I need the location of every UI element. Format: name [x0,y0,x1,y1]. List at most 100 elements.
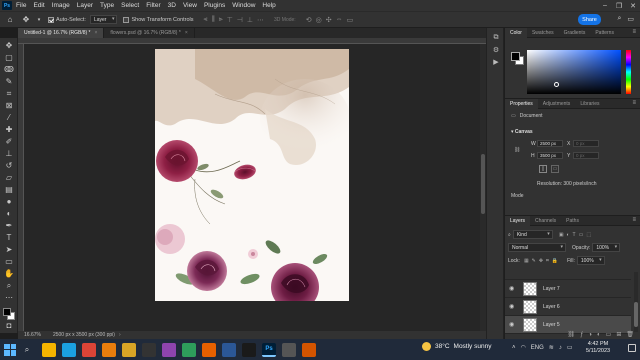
eye-icon[interactable]: ◉ [509,303,519,310]
camera-3d-icon[interactable]: ▭ [347,16,354,24]
clone-stamp-icon[interactable]: ⊥ [3,149,15,158]
tab-layers[interactable]: Layers [505,215,531,226]
adjustment-layer-icon[interactable]: ◐ [597,332,601,338]
color-picker-field[interactable] [527,50,621,94]
align-bottom-icon[interactable]: ⊥ [247,16,253,24]
width-field[interactable]: 2500 px [537,140,563,147]
menu-file[interactable]: File [16,2,26,9]
checkbox-box[interactable] [123,16,130,23]
app-dark-taskbar-icon[interactable] [242,342,256,357]
panel-menu-icon[interactable]: ≡ [632,217,636,223]
artboard-tool-icon[interactable]: ▢ [3,53,15,62]
new-layer-icon[interactable]: ⊞ [616,331,621,338]
align-right-icon[interactable]: ⫸ [219,16,223,24]
brush-settings-icon[interactable]: ⚙ [491,46,501,54]
menu-layer[interactable]: Layer [77,2,93,9]
brush-tool-icon[interactable]: ✐ [3,137,15,146]
document-canvas[interactable] [155,49,349,301]
tab-properties[interactable]: Properties [505,98,538,109]
align-top-icon[interactable]: ⊤ [227,16,233,24]
layers-scrollbar[interactable] [634,272,638,332]
lasso-tool-icon[interactable]: ↂ [3,65,15,74]
height-field[interactable]: 3500 px [537,152,563,159]
more-tools-icon[interactable]: ⋯ [3,293,15,302]
tab-flowers[interactable]: flowers.psd @ 16.7% (RGB/8) * × [104,28,195,38]
menu-plugins[interactable]: Plugins [204,2,225,9]
edge-taskbar-icon[interactable] [62,342,76,357]
fill-field[interactable]: 100% [576,256,605,265]
move-tool-icon[interactable]: ✥ [3,41,15,50]
crop-tool-icon[interactable]: ⌗ [3,89,15,98]
eye-icon[interactable]: ◉ [509,321,519,328]
photoshop-taskbar-icon[interactable]: Ps [262,342,276,357]
scrollbar-thumb[interactable] [634,302,638,327]
checkbox-box[interactable] [48,16,54,23]
panel-menu-icon[interactable]: ≡ [632,100,636,106]
lock-icons[interactable]: ▦✎✥⌗🔒 [524,258,561,264]
app-gray-taskbar-icon[interactable] [282,342,296,357]
file-explorer-taskbar-icon[interactable] [42,342,56,357]
menu-help[interactable]: Help [262,2,275,9]
portrait-icon[interactable]: ▯ [539,165,547,173]
opacity-field[interactable]: 100% [592,243,621,252]
landscape-icon[interactable]: ▭ [551,165,559,173]
menu-filter[interactable]: Filter [146,2,160,9]
vertical-ruler[interactable] [18,44,24,331]
search-icon[interactable]: ⌕ [617,15,621,23]
notification-icon[interactable] [628,344,636,352]
battery-icon[interactable]: ▭ [567,344,573,351]
menu-window[interactable]: Window [232,2,255,9]
firefox-taskbar-icon[interactable] [202,342,216,357]
layer-row-partial[interactable] [505,272,631,280]
start-button[interactable] [4,343,16,356]
app-orange-taskbar-icon[interactable] [302,342,316,357]
terminal-taskbar-icon[interactable] [142,342,156,357]
slide-3d-icon[interactable]: ⇔ [336,16,343,24]
layer-filter-icons[interactable]: ▣◐T▭⬚ [559,232,594,238]
chrome-taskbar-icon[interactable] [82,342,96,357]
tab-adjustments[interactable]: Adjustments [538,99,576,109]
close-button[interactable]: ✕ [626,0,640,11]
transform-controls-checkbox[interactable]: Show Transform Controls [123,16,194,23]
menu-type[interactable]: Type [100,2,114,9]
layer-row[interactable]: ◉ Layer 6 [505,298,631,316]
close-icon[interactable]: × [185,30,188,36]
actions-icon[interactable]: ▶ [491,58,501,66]
zoom-tool-icon[interactable]: ⌕ [3,281,15,290]
panel-menu-icon[interactable]: ≡ [632,29,636,35]
auto-select-dropdown[interactable]: Layer [89,15,118,24]
layer-name[interactable]: Layer 7 [543,286,560,292]
menu-3d[interactable]: 3D [168,2,176,9]
foreground-color-swatch[interactable] [3,308,11,316]
trash-icon[interactable]: 🗑 [626,331,634,338]
kind-filter-dropdown[interactable]: Kind [512,230,553,239]
blend-mode-dropdown[interactable]: Normal [508,243,566,252]
hue-slider[interactable] [626,50,631,94]
x-field[interactable]: 0 px [573,140,599,147]
wifi-icon[interactable]: ≋ [549,344,554,351]
layer-name[interactable]: Layer 6 [543,304,560,310]
new-group-icon[interactable]: ▭ [606,331,612,338]
app-purple-taskbar-icon[interactable] [162,342,176,357]
weather-widget[interactable]: 38°C Mostly sunny [422,342,491,351]
blur-tool-icon[interactable]: ● [3,197,15,206]
menu-image[interactable]: Image [52,2,70,9]
tab-untitled-1[interactable]: Untitled-1 @ 16.7% (RGB/8) * × [18,28,105,38]
tab-libraries[interactable]: Libraries [575,99,604,109]
menu-select[interactable]: Select [121,2,139,9]
link-icon[interactable]: ⛓ [514,147,520,153]
path-select-icon[interactable]: ➤ [3,245,15,254]
canvas-section-title[interactable]: ▾ Canvas [511,129,533,135]
canvas-area[interactable] [18,38,486,331]
language-indicator[interactable]: ENG [531,345,544,351]
chevron-down-icon[interactable]: ▾ [36,14,42,26]
menu-edit[interactable]: Edit [33,2,44,9]
add-mask-icon[interactable]: ◑ [588,332,592,338]
menu-view[interactable]: View [183,2,197,9]
dodge-tool-icon[interactable]: ◐ [3,209,15,218]
type-tool-icon[interactable]: T [3,233,15,242]
share-button[interactable]: Share [578,14,601,25]
orbit-3d-icon[interactable]: ⟲ [306,16,312,24]
y-field[interactable]: 0 px [573,152,599,159]
app-green-taskbar-icon[interactable] [182,342,196,357]
